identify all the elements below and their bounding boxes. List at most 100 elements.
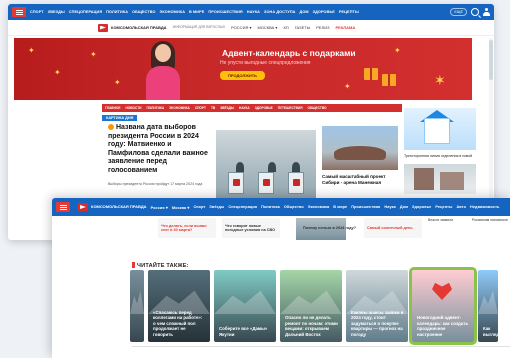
election-photo[interactable] [216, 130, 316, 200]
front-nav-bar: КОМСОМОЛЬСКАЯ ПРАВДА Россия ▾ Москва ▾ С… [52, 198, 510, 216]
nav-item[interactable]: Спецоперация [228, 205, 257, 209]
user-icon[interactable] [483, 8, 490, 16]
nav-item[interactable]: В мире [333, 205, 347, 209]
nav-item[interactable]: Россия ▾ [151, 205, 168, 210]
menu-icon[interactable] [56, 202, 70, 212]
nav-item[interactable]: Общество [284, 205, 304, 209]
nav-item[interactable]: Звёзды [209, 205, 224, 209]
rubric-item[interactable]: ТВ [211, 106, 215, 110]
banner-button[interactable]: ПРОДОЛЖИТЬ [220, 71, 266, 80]
promo-card[interactable]: Самый солнечный день [364, 218, 422, 238]
heart-icon [432, 282, 452, 300]
site-logo[interactable]: КОМСОМОЛЬСКАЯ ПРАВДА [78, 203, 147, 211]
section-label[interactable]: КАРТИНА ДНЯ [102, 115, 138, 121]
news-card-highlighted[interactable]: Новогодний адвент-календарь: как создать… [409, 267, 477, 345]
logo-icon [78, 203, 88, 211]
rubric-item[interactable]: ГЛАВНОЕ [105, 106, 120, 110]
nav-item[interactable]: СПОРТ [30, 10, 44, 14]
nav-item[interactable]: ЭКОНОМИКА [160, 10, 186, 14]
nav-item[interactable]: ПРОИСШЕСТВИЯ [208, 10, 242, 14]
top-nav-bar: СПОРТ ЗВЕЗДЫ СПЕЦОПЕРАЦИЯ ПОЛИТИКА ОБЩЕС… [8, 4, 494, 20]
nav-item[interactable]: СПЕЦОПЕРАЦИЯ [69, 10, 102, 14]
nav-item[interactable]: Политика [261, 205, 280, 209]
nav-item[interactable]: В МИРЕ [189, 10, 204, 14]
promo-card[interactable]: Что говорят новые погодные условия на СВ… [222, 218, 280, 238]
nav-item[interactable]: Москва ▾ [172, 205, 190, 210]
snowflake-icon: ✦ [28, 46, 35, 55]
advent-banner[interactable]: ✦ ✦ ✦ ✦ ✦ ✶ ✦ Адвент-календарь с подарка… [14, 38, 472, 100]
rubric-item[interactable]: ПУТЕШЕСТВИЯ [278, 106, 303, 110]
nav-item[interactable]: Дом [400, 205, 408, 209]
release-link[interactable]: РЕЛИЗ [316, 25, 329, 30]
site-logo[interactable]: КОМСОМОЛЬСКАЯ ПРАВДА [98, 23, 167, 32]
rubric-item[interactable]: ЗВЁЗДЫ [220, 106, 234, 110]
rubric-item[interactable]: СПОРТ [195, 106, 206, 110]
region-select[interactable]: РОССИЯ ▾ [231, 25, 251, 30]
scrollbar-thumb[interactable] [489, 40, 493, 80]
more-button[interactable]: ЕЩЁ [450, 8, 467, 16]
house-photo[interactable] [404, 108, 476, 150]
kp-link[interactable]: КП [283, 25, 288, 30]
right-caption[interactable]: Трехсторонняя линия отделения в новой [404, 154, 476, 158]
snowflake-icon: ✦ [394, 46, 401, 55]
nav-item[interactable]: Здоровье [412, 205, 431, 209]
nav-item[interactable]: ЗДОРОВЬЕ [313, 10, 335, 14]
right-column: Трехсторонняя линия отделения в новой [404, 108, 476, 195]
rubric-item[interactable]: ОБЩЕСТВО [308, 106, 327, 110]
snowflake-icon: ✦ [344, 82, 351, 91]
news-card-title: Каковы шансы заявки в 2024 году, стоит з… [351, 309, 404, 337]
banner-subtitle: Не упусти выгодные спецпредложения [220, 60, 311, 66]
news-card-title: Новогодний адвент-календарь: как создать… [417, 315, 469, 337]
news-card[interactable]: Опасно ли не делать ремонт по ночам: эти… [280, 270, 342, 342]
news-card[interactable]: Соберите все «Дамы» Якутии [214, 270, 276, 342]
newspapers-link[interactable]: ГАЗЕТЫ [295, 25, 311, 30]
snowflake-icon: ✶ [434, 72, 446, 88]
search-icon[interactable] [471, 8, 479, 16]
promo-text: Самый солнечный день [367, 225, 413, 230]
nav-item[interactable]: ОБЩЕСТВО [132, 10, 155, 14]
nav-item[interactable]: Недвижимость [470, 205, 500, 209]
side-news[interactable]: Россиянам напомнили [472, 218, 508, 222]
nav-item[interactable]: Рецепты [435, 205, 452, 209]
banner-illustration [142, 40, 182, 100]
city-select[interactable]: МОСКВА ▾ [257, 25, 277, 30]
menu-icon[interactable] [12, 7, 26, 17]
sub-header: КОМСОМОЛЬСКАЯ ПРАВДА ИНФОРМАЦИЯ ДЛЯ ВЗРО… [8, 20, 494, 36]
nav-item[interactable]: ЗВЕЗДЫ [48, 10, 65, 14]
logo-text: КОМСОМОЛЬСКАЯ ПРАВДА [91, 203, 147, 209]
rubric-item[interactable]: ЗДОРОВЬЕ [255, 106, 273, 110]
nav-item[interactable]: ЗОНА ДОСТУПА [264, 10, 295, 14]
news-card-title: Соберите все «Дамы» Якутии [219, 326, 268, 337]
news-card[interactable]: Как выглядит [478, 270, 498, 342]
nav-item[interactable]: Экономика [308, 205, 330, 209]
building-photo[interactable] [404, 164, 476, 195]
promo-label: ИНФОРМАЦИЯ ДЛЯ ВЗРОСЛЫХ [172, 24, 226, 29]
news-card[interactable]: Каковы шансы заявки в 2024 году, стоит з… [346, 270, 408, 342]
nav-item[interactable]: НАУКА [247, 10, 260, 14]
gift-icon [382, 74, 396, 86]
nav-item[interactable]: Спорт [193, 205, 205, 209]
arena-caption[interactable]: Самый масштабный проект Сибири - арена М… [322, 174, 398, 185]
nav-item[interactable]: Происшествия [351, 205, 380, 209]
nav-item[interactable]: Наука [384, 205, 395, 209]
promo-card[interactable]: Почему нельзя в 2024 году? [300, 218, 360, 238]
rubric-item[interactable]: НАУКА [239, 106, 250, 110]
news-card[interactable] [130, 270, 144, 342]
foreground-browser-window: КОМСОМОЛЬСКАЯ ПРАВДА Россия ▾ Москва ▾ С… [52, 198, 510, 358]
promo-card[interactable]: Что делать, если выпал снег в 30 марта? [158, 218, 216, 238]
banner-title: Адвент-календарь с подарками [222, 48, 356, 58]
side-news[interactable]: Власти заявили [428, 218, 462, 222]
news-card[interactable]: «Спасаюсь перед коллегами на работе»: о … [148, 270, 210, 342]
nav-item[interactable]: Авто [456, 205, 466, 209]
nav-item[interactable]: РЕЦЕПТЫ [339, 10, 359, 14]
ads-link[interactable]: РЕКЛАМА [336, 25, 356, 30]
arena-photo[interactable] [322, 126, 398, 170]
rubric-item[interactable]: ЭКОНОМИКА [169, 106, 190, 110]
gift-icon [364, 68, 378, 80]
nav-item[interactable]: ДОМ [300, 10, 309, 14]
rubric-item[interactable]: ПОЛИТИКА [146, 106, 164, 110]
nav-item[interactable]: ПОЛИТИКА [106, 10, 128, 14]
read-also-heading: ЧИТАЙТЕ ТАКЖЕ: [132, 262, 189, 269]
rubric-item[interactable]: НОВОСТИ [125, 106, 141, 110]
main-headline[interactable]: Названа дата выборов президента России в… [108, 124, 212, 175]
